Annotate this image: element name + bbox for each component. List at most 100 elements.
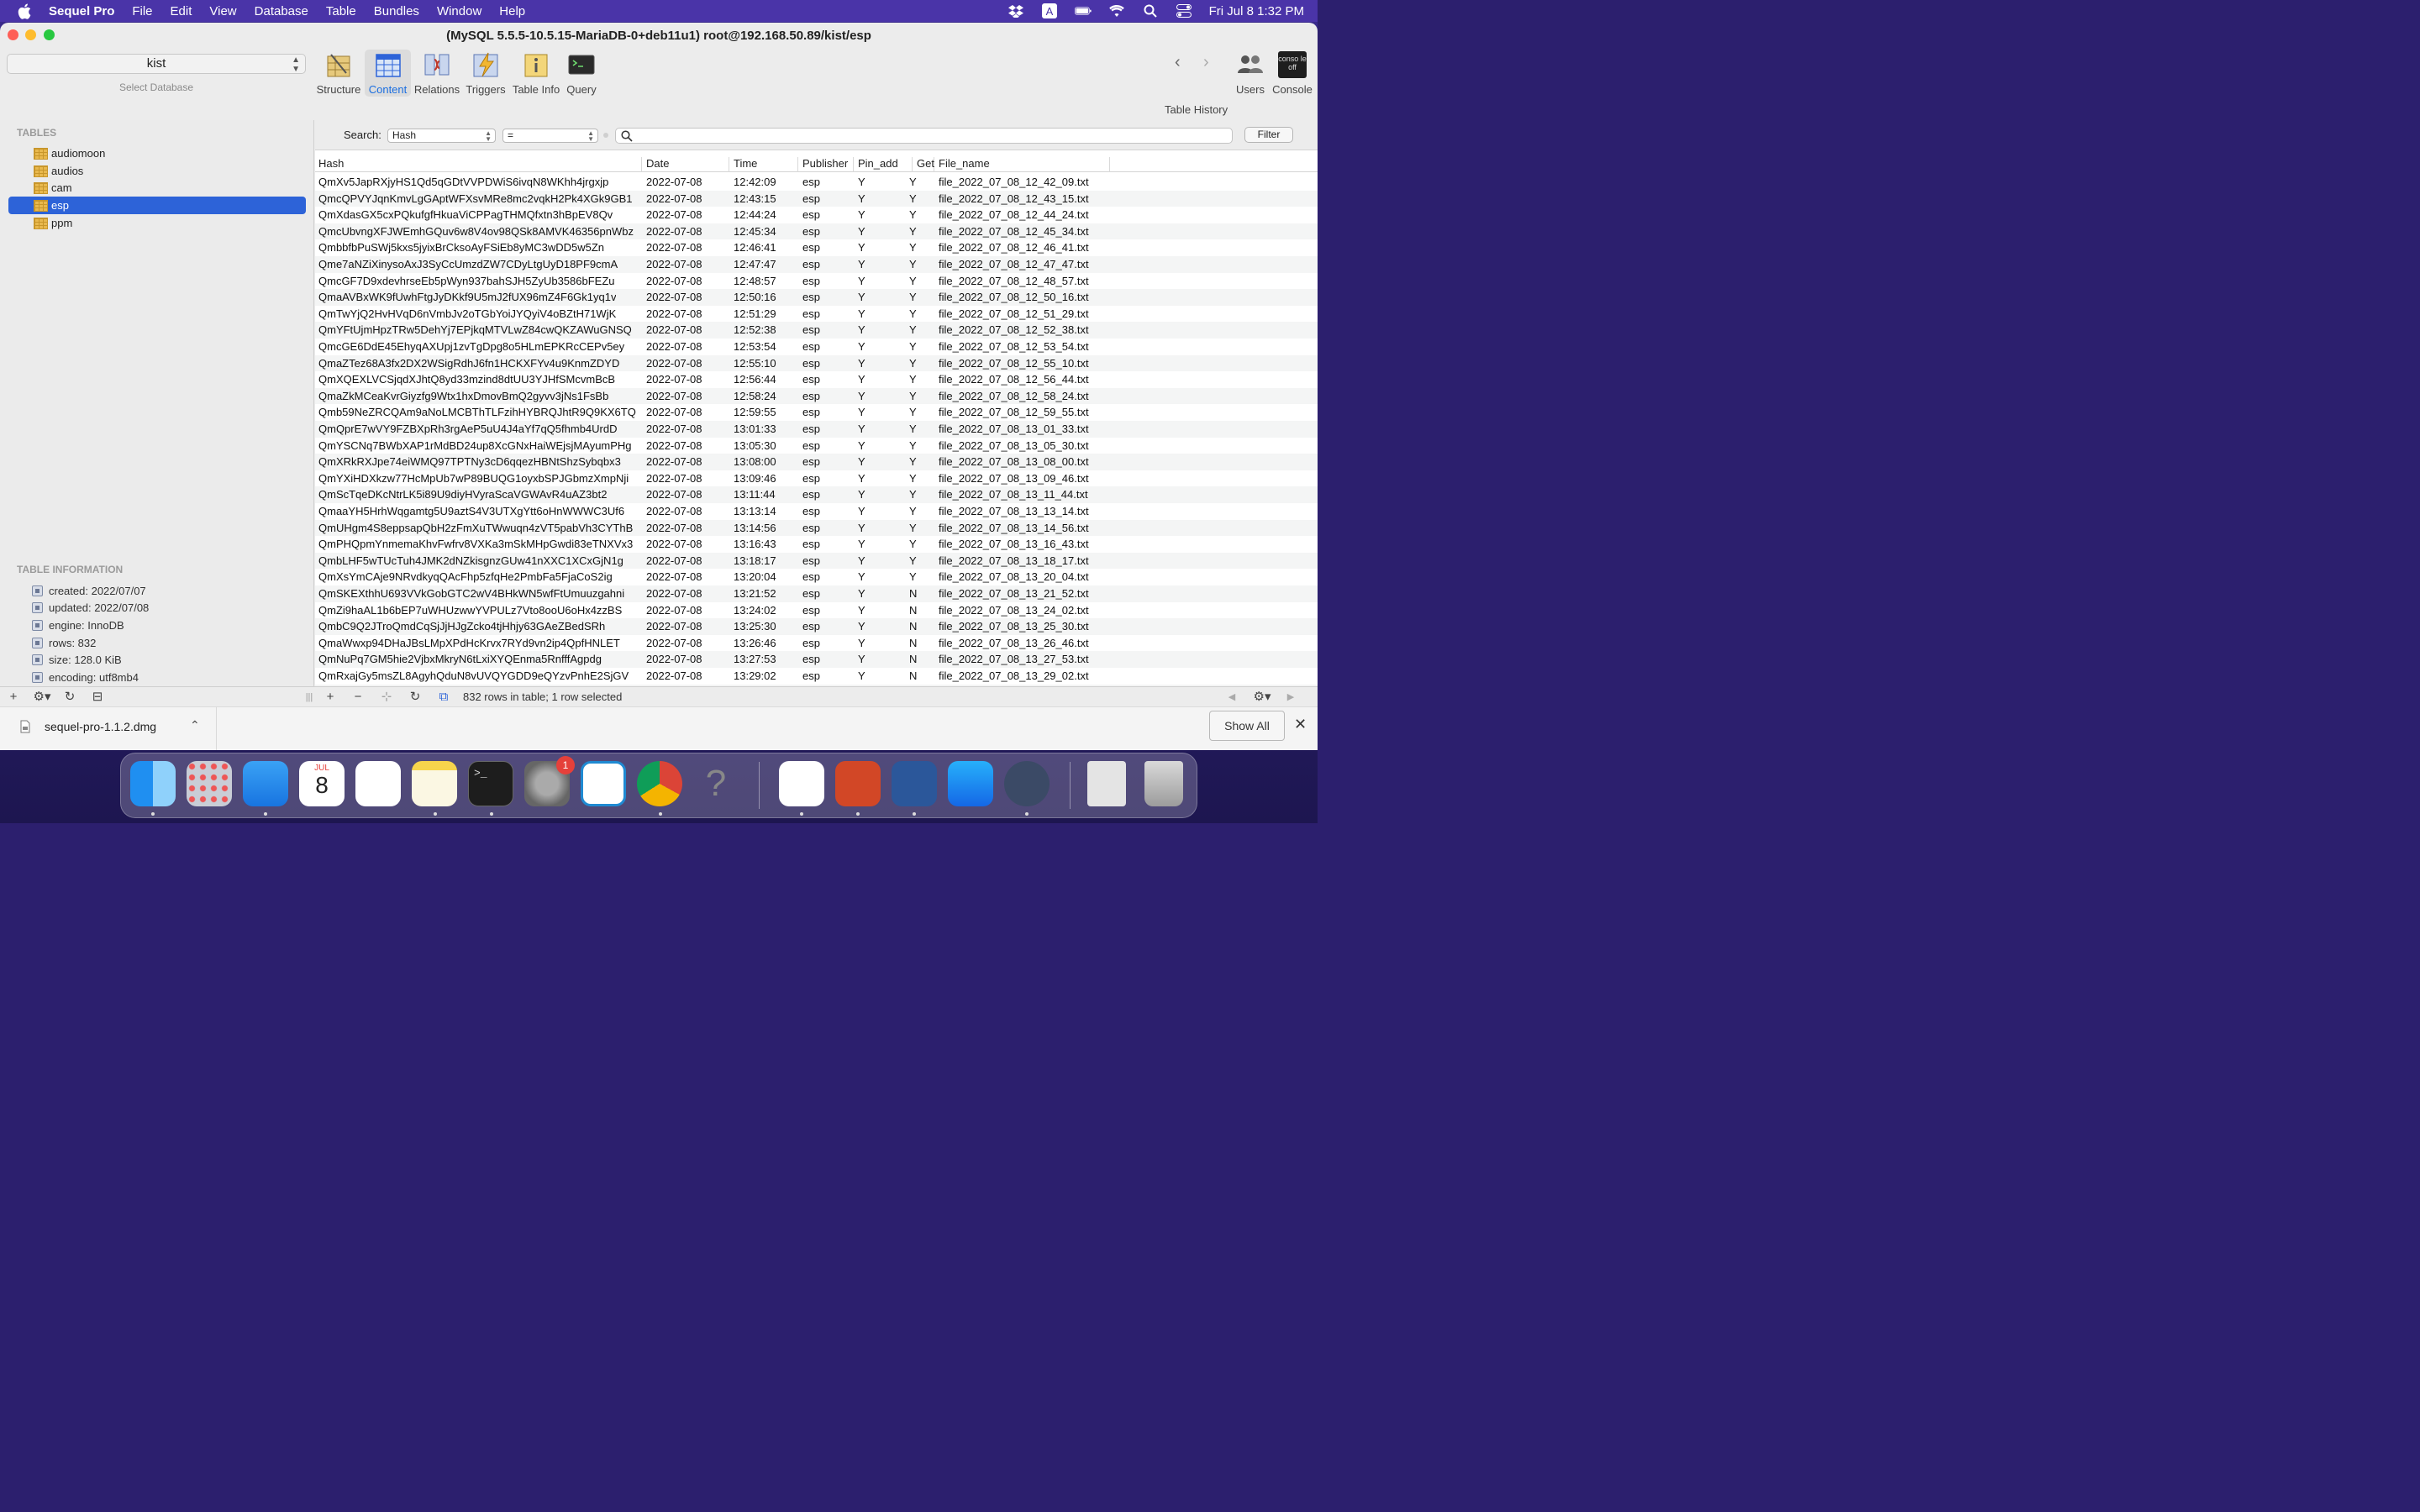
cell-file-name[interactable]: file_2022_07_08_12_45_34.txt xyxy=(939,225,1089,238)
cell-get[interactable]: N xyxy=(909,653,917,665)
cell-get[interactable]: Y xyxy=(909,488,917,501)
cell-get[interactable]: Y xyxy=(909,291,917,303)
cell-file-name[interactable]: file_2022_07_08_13_24_02.txt xyxy=(939,604,1089,617)
cell-time[interactable]: 12:59:55 xyxy=(734,406,776,418)
cell-pin-add[interactable]: Y xyxy=(858,176,865,188)
table-info-button[interactable]: Table Info xyxy=(510,50,562,97)
cell-time[interactable]: 13:09:46 xyxy=(734,472,776,485)
cell-file-name[interactable]: file_2022_07_08_12_52_38.txt xyxy=(939,323,1089,336)
cell-pin-add[interactable]: Y xyxy=(858,241,865,254)
cell-hash[interactable]: QmScTqeDKcNtrLK5i89U9diyHVyraScaVGWAvR4u… xyxy=(318,488,607,501)
cell-date[interactable]: 2022-07-08 xyxy=(646,439,702,452)
cell-publisher[interactable]: esp xyxy=(802,522,820,534)
cell-date[interactable]: 2022-07-08 xyxy=(646,455,702,468)
cell-hash[interactable]: QmbbfbPuSWj5kxs5jyixBrCksoAyFSiEb8yMC3wD… xyxy=(318,241,604,254)
cell-time[interactable]: 13:24:02 xyxy=(734,604,776,617)
word-icon[interactable] xyxy=(892,761,937,806)
cell-get[interactable]: N xyxy=(909,620,917,633)
menu-bundles[interactable]: Bundles xyxy=(374,4,419,18)
cell-hash[interactable]: Qme7aNZiXinysoAxJ3SyCcUmzdZW7CDyLtgUyD18… xyxy=(318,258,618,270)
column-header-get[interactable]: Get xyxy=(913,157,934,172)
cell-hash[interactable]: QmcUbvngXFJWEmhGQuv6w8V4ov98QSk8AMVK4635… xyxy=(318,225,634,238)
cell-date[interactable]: 2022-07-08 xyxy=(646,604,702,617)
cell-hash[interactable]: QmcGE6DdE45EhyqAXUpj1zvTgDpg8o5HLmEPKRcC… xyxy=(318,340,624,353)
cell-hash[interactable]: QmbLHF5wTUcTuh4JMK2dNZkisgnzGUw41nXXC1XC… xyxy=(318,554,623,567)
cell-hash[interactable]: QmQprE7wVY9FZBXpRh3rgAeP5uU4J4aYf7qQ5fhm… xyxy=(318,423,618,435)
cell-publisher[interactable]: esp xyxy=(802,176,820,188)
cell-get[interactable]: Y xyxy=(909,323,917,336)
sidebar-table-audios[interactable]: audios xyxy=(8,162,306,180)
table-row[interactable]: QmbC9Q2JTroQmdCqSjJjHJgZcko4tjHhjy63GAeZ… xyxy=(315,618,1318,635)
sidebar-table-esp[interactable]: esp xyxy=(8,197,306,214)
launchpad-icon[interactable] xyxy=(187,761,232,806)
column-header-hash[interactable]: Hash xyxy=(315,157,642,172)
cell-file-name[interactable]: file_2022_07_08_12_48_57.txt xyxy=(939,275,1089,287)
cell-time[interactable]: 13:26:46 xyxy=(734,637,776,649)
cell-date[interactable]: 2022-07-08 xyxy=(646,357,702,370)
cell-get[interactable]: Y xyxy=(909,406,917,418)
cell-file-name[interactable]: file_2022_07_08_13_16_43.txt xyxy=(939,538,1089,550)
cell-date[interactable]: 2022-07-08 xyxy=(646,472,702,485)
column-header-date[interactable]: Date xyxy=(643,157,729,172)
cell-pin-add[interactable]: Y xyxy=(858,258,865,270)
cell-file-name[interactable]: file_2022_07_08_12_44_24.txt xyxy=(939,208,1089,221)
mail-icon[interactable] xyxy=(243,761,288,806)
cell-time[interactable]: 12:46:41 xyxy=(734,241,776,254)
menu-database[interactable]: Database xyxy=(255,4,308,18)
cell-date[interactable]: 2022-07-08 xyxy=(646,258,702,270)
dropbox-icon[interactable] xyxy=(1007,4,1024,18)
cell-hash[interactable]: QmSKEXthhU693VVkGobGTC2wV4BHkWN5wfFtUmuu… xyxy=(318,587,624,600)
cell-publisher[interactable]: esp xyxy=(802,192,820,205)
cell-publisher[interactable]: esp xyxy=(802,357,820,370)
cell-date[interactable]: 2022-07-08 xyxy=(646,653,702,665)
cell-get[interactable]: Y xyxy=(909,275,917,287)
cell-publisher[interactable]: esp xyxy=(802,439,820,452)
cell-pin-add[interactable]: Y xyxy=(858,373,865,386)
cell-get[interactable]: Y xyxy=(909,340,917,353)
cell-get[interactable]: Y xyxy=(909,357,917,370)
cell-hash[interactable]: QmaAVBxWK9fUwhFtgJyDKkf9U5mJ2fUX96mZ4F6G… xyxy=(318,291,616,303)
cell-file-name[interactable]: file_2022_07_08_12_43_15.txt xyxy=(939,192,1089,205)
cell-hash[interactable]: QmUHgm4S8eppsapQbH2zFmXuTWwuqn4zVT5pabVh… xyxy=(318,522,633,534)
cell-file-name[interactable]: file_2022_07_08_12_50_16.txt xyxy=(939,291,1089,303)
cell-publisher[interactable]: esp xyxy=(802,637,820,649)
cell-pin-add[interactable]: Y xyxy=(858,587,865,600)
cell-hash[interactable]: QmNuPq7GM5hie2VjbxMkryN6tLxiXYQEnma5Rnff… xyxy=(318,653,602,665)
cell-date[interactable]: 2022-07-08 xyxy=(646,488,702,501)
table-row[interactable]: Qme7aNZiXinysoAxJ3SyCcUmzdZW7CDyLtgUyD18… xyxy=(315,256,1318,273)
cell-publisher[interactable]: esp xyxy=(802,423,820,435)
cell-hash[interactable]: QmYSCNq7BWbXAP1rMdBD24up8XcGNxHaiWEjsjMA… xyxy=(318,439,632,452)
cell-date[interactable]: 2022-07-08 xyxy=(646,587,702,600)
cell-file-name[interactable]: file_2022_07_08_12_58_24.txt xyxy=(939,390,1089,402)
cell-date[interactable]: 2022-07-08 xyxy=(646,637,702,649)
app-store-icon[interactable] xyxy=(948,761,993,806)
column-header-file-name[interactable]: File_name xyxy=(935,157,1110,172)
query-button[interactable]: Query xyxy=(565,50,598,97)
cell-get[interactable]: Y xyxy=(909,258,917,270)
previous-page-icon[interactable]: ◀ xyxy=(1223,690,1240,705)
cell-pin-add[interactable]: Y xyxy=(858,208,865,221)
table-row[interactable]: QmPHQpmYnmemaKhvFwfrv8VXKa3mSkMHpGwdi83e… xyxy=(315,536,1318,553)
cell-date[interactable]: 2022-07-08 xyxy=(646,669,702,682)
cell-publisher[interactable]: esp xyxy=(802,373,820,386)
cell-file-name[interactable]: file_2022_07_08_12_42_09.txt xyxy=(939,176,1089,188)
calendar-icon[interactable]: JUL 8 xyxy=(299,761,345,806)
refresh-content-icon[interactable]: ↻ xyxy=(407,690,424,705)
cell-date[interactable]: 2022-07-08 xyxy=(646,390,702,402)
show-all-button[interactable]: Show All xyxy=(1209,711,1285,741)
cell-time[interactable]: 12:42:09 xyxy=(734,176,776,188)
wifi-icon[interactable] xyxy=(1108,4,1125,18)
slack-icon[interactable] xyxy=(779,761,824,806)
cell-get[interactable]: N xyxy=(909,637,917,649)
cell-file-name[interactable]: file_2022_07_08_13_20_04.txt xyxy=(939,570,1089,583)
cell-pin-add[interactable]: Y xyxy=(858,488,865,501)
chevron-up-icon[interactable]: ⌃ xyxy=(190,718,200,732)
cell-pin-add[interactable]: Y xyxy=(858,522,865,534)
cell-date[interactable]: 2022-07-08 xyxy=(646,241,702,254)
cell-pin-add[interactable]: Y xyxy=(858,307,865,320)
cell-pin-add[interactable]: Y xyxy=(858,390,865,402)
cell-hash[interactable]: QmPHQpmYnmemaKhvFwfrv8VXKa3mSkMHpGwdi83e… xyxy=(318,538,633,550)
cell-time[interactable]: 13:05:30 xyxy=(734,439,776,452)
cell-time[interactable]: 13:08:00 xyxy=(734,455,776,468)
cell-date[interactable]: 2022-07-08 xyxy=(646,373,702,386)
